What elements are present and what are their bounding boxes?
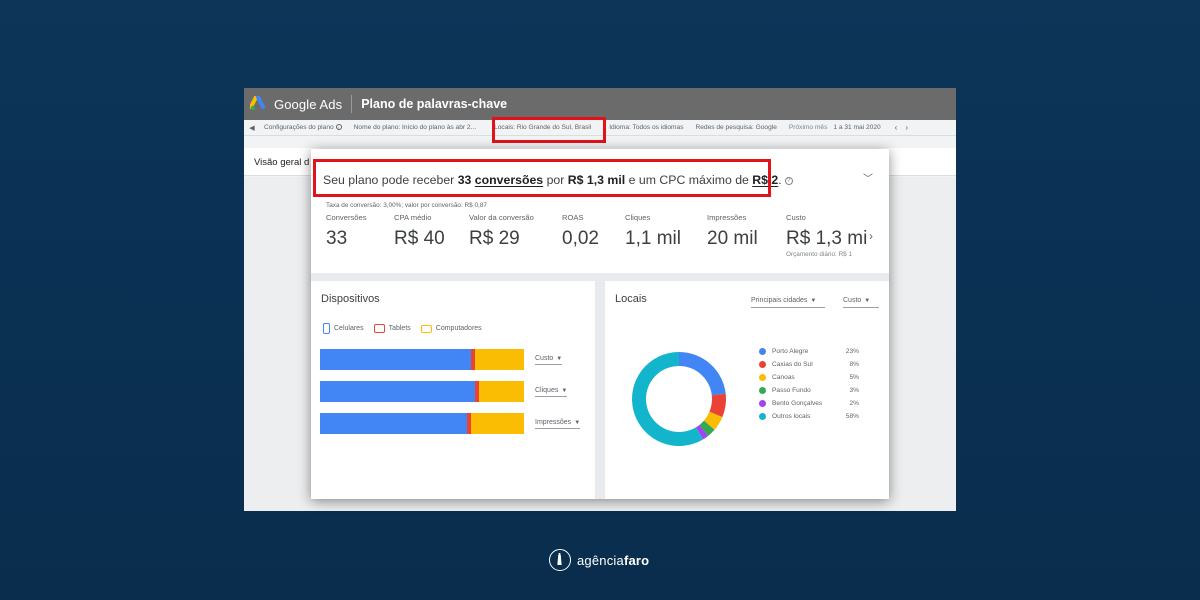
location-metric-select[interactable]: Custo ▼ [843,297,879,308]
metric-cost[interactable]: Custo R$ 1,3 mil Orçamento diário: R$ 1 [786,213,868,258]
locations-legend: Porto Alegre 23% Caxias do Sul 8% Canoas 5% Pa… [759,345,859,423]
legend-dot [759,348,766,355]
devices-title: Dispositivos [321,293,380,305]
device-bar-segment[interactable] [479,381,524,402]
device-bar-row [320,381,524,402]
tablet-icon [373,324,385,333]
location-percent: 3% [849,387,859,394]
monitor-icon [420,324,432,333]
device-bar-segment[interactable] [320,349,471,370]
location-name: Passo Fundo [772,387,811,394]
locations-panel: Locais Principais cidades ▼ Custo ▼ Porto … [605,281,889,499]
metric-select-clicks[interactable]: Cliques ▼ [535,387,568,397]
chevron-right-icon[interactable]: › [905,123,908,132]
chevron-down-icon[interactable]: ﹀ [863,170,873,185]
device-bar-segment[interactable] [470,413,524,434]
legend-desktop[interactable]: Computadores [420,324,482,333]
locations-title: Locais [615,293,647,305]
dropdown-arrow-icon: ▼ [810,298,817,304]
metric-impressions[interactable]: Impressões 20 mil [707,213,758,250]
device-bar-segment[interactable] [475,349,524,370]
dropdown-arrow-icon: ▼ [561,388,568,394]
chevron-left-icon[interactable]: ‹ [895,123,898,132]
metric-cpa[interactable]: CPA médio R$ 40 [394,213,445,250]
agency-brand: agênciafaro [549,549,649,571]
headline-highlight [313,159,771,197]
device-bar-segment[interactable] [320,413,467,434]
legend-mobile[interactable]: Celulares [323,323,364,334]
page-title: Plano de palavras-chave [361,97,508,111]
dropdown-arrow-icon: ▼ [864,298,871,304]
location-legend-item: Canoas 5% [759,371,859,384]
device-bar-row [320,349,524,370]
overview-title: Visão geral d [254,157,310,168]
plan-settings-item[interactable]: Configurações do plano i [260,124,348,131]
location-percent: 23% [845,348,859,355]
location-legend-item: Bento Gonçalves 2% [759,397,859,410]
conversion-rate-note: Taxa de conversão: 3,00%; valor por conv… [326,202,487,209]
legend-dot [759,387,766,394]
legend-tablet[interactable]: Tablets [373,324,411,333]
location-name: Porto Alegre [772,348,809,355]
chevron-left-icon[interactable]: ◀ [244,124,260,132]
donut-slice[interactable] [679,352,726,396]
location-percent: 5% [849,374,859,381]
dropdown-arrow-icon: ▼ [556,356,563,362]
google-ads-logo-icon [249,95,268,112]
zoomed-summary-card: Seu plano pode receber 33 conversões por… [311,149,889,499]
search-networks-item[interactable]: Redes de pesquisa: Google [690,124,783,131]
lighthouse-logo-icon [549,549,571,571]
metric-select-cost[interactable]: Custo ▼ [535,355,563,365]
agency-wordmark: agênciafaro [577,552,650,568]
location-percent: 2% [849,400,859,407]
location-legend-item: Passo Fundo 3% [759,384,859,397]
metric-conversions[interactable]: Conversões 33 [326,213,367,250]
metric-conversion-value[interactable]: Valor da conversão R$ 29 [469,213,534,250]
legend-dot [759,413,766,420]
dimension-select[interactable]: Principais cidades ▼ [751,297,825,308]
metric-select-impressions[interactable]: Impressões ▼ [535,419,581,429]
legend-dot [759,374,766,381]
legend-dot [759,400,766,407]
legend-dot [759,361,766,368]
language-item[interactable]: Idioma: Todos os idiomas [603,124,689,131]
location-percent: 58% [845,413,859,420]
location-legend-item: Outros locais 58% [759,410,859,423]
metric-clicks[interactable]: Cliques 1,1 mil [625,213,681,250]
help-icon[interactable]: ? [784,176,793,185]
location-percent: 8% [849,361,859,368]
location-name: Caxias do Sul [772,361,813,368]
location-name: Bento Gonçalves [772,400,823,407]
dropdown-arrow-icon: ▼ [574,420,581,426]
plan-name-item[interactable]: Nome do plano: Início do plano às abr 2.… [348,124,482,131]
locations-donut-chart [632,352,726,446]
period-label: Próximo mês [788,124,828,131]
top-bar: Google Ads Plano de palavras-chave [244,88,956,120]
location-name: Canoas [772,374,795,381]
device-bar-segment[interactable] [320,381,476,402]
location-name: Outros locais [772,413,811,420]
devices-legend: Celulares Tablets Computadores [323,323,482,334]
devices-panel: Dispositivos Celulares Tablets Computado… [311,281,595,499]
chevron-right-icon[interactable]: › [869,229,873,243]
metric-roas[interactable]: ROAS 0,02 [562,213,599,250]
device-bar-row [320,413,524,434]
phone-icon [323,323,330,334]
location-highlight [492,117,606,143]
brand-name: Google Ads [274,96,343,112]
location-legend-item: Porto Alegre 23% [759,345,859,358]
location-legend-item: Caxias do Sul 8% [759,358,859,371]
info-icon[interactable]: i [335,124,342,131]
divider [351,95,353,113]
period-value[interactable]: 1 a 31 mai 2020 [833,124,886,131]
